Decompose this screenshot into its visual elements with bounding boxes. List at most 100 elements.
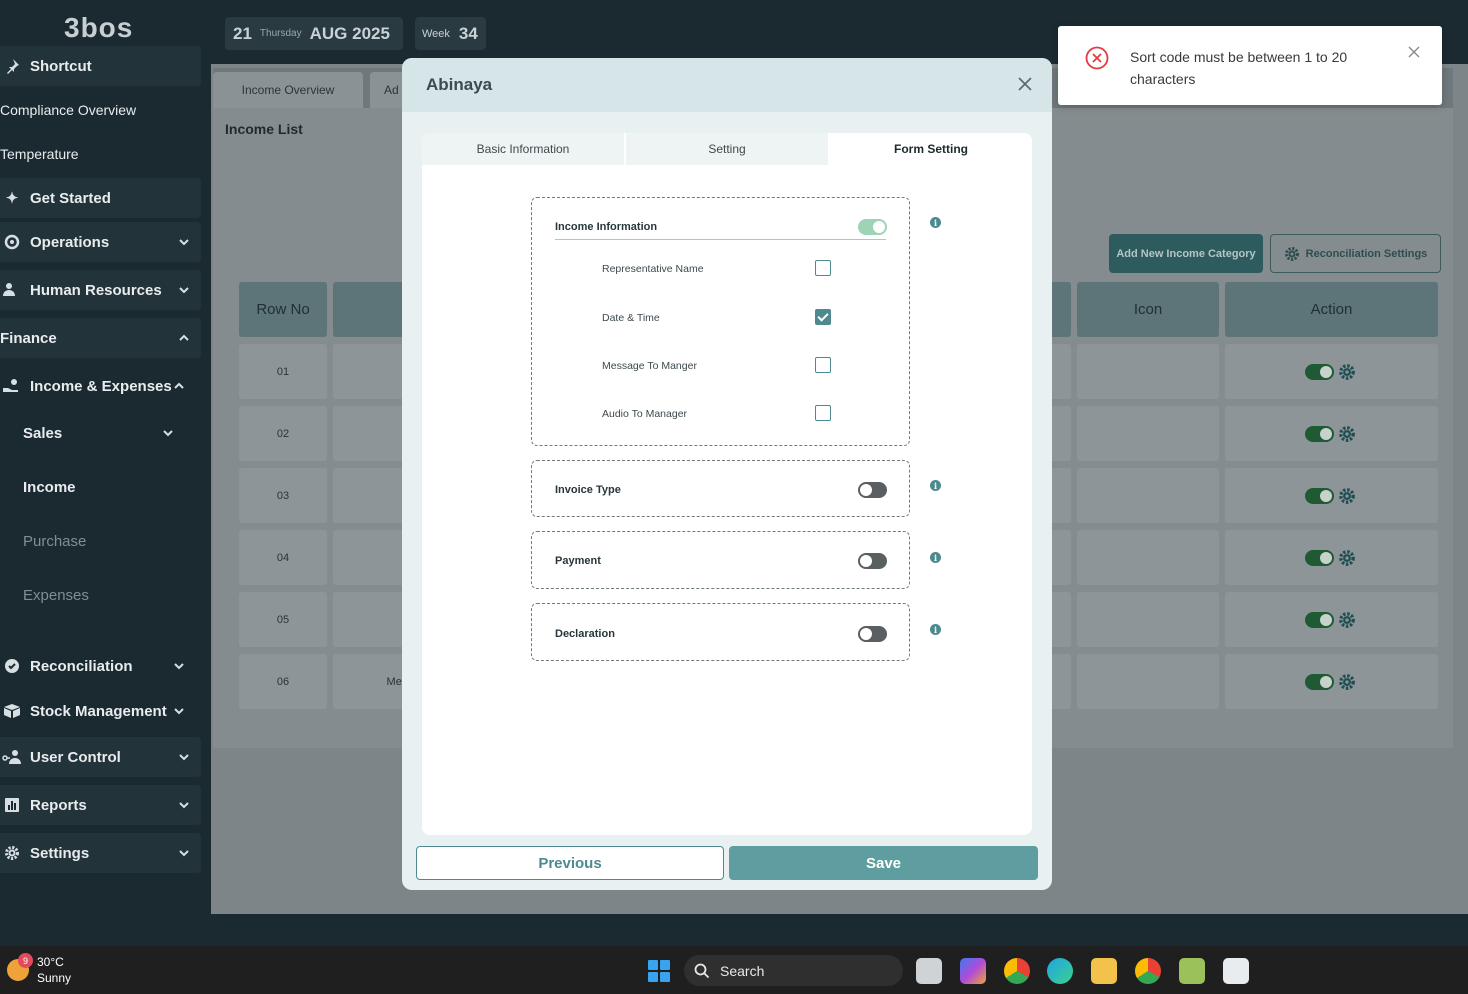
row-actions: [1305, 425, 1356, 443]
sparkle-icon: ✦: [5, 190, 19, 207]
reconciliation-settings-button[interactable]: Reconciliation Settings: [1270, 234, 1441, 273]
gear-icon[interactable]: [1338, 487, 1356, 505]
spreadsheet-app-icon[interactable]: [1179, 958, 1205, 984]
declaration-toggle[interactable]: [858, 626, 887, 642]
sidebar-item-label: Get Started: [30, 189, 111, 207]
badge-check-icon: [2, 656, 22, 676]
table-cell-icon: [1077, 406, 1219, 461]
tab-basic-information[interactable]: Basic Information: [422, 133, 626, 165]
sidebar-item-label: Settings: [30, 844, 90, 862]
close-icon[interactable]: [1408, 46, 1420, 58]
gear-icon[interactable]: [1338, 673, 1356, 691]
table-row-number: 02: [239, 406, 327, 461]
gear-icon[interactable]: [1338, 549, 1356, 567]
audio-to-manager-checkbox[interactable]: [815, 405, 831, 421]
page-title: Income List: [225, 121, 303, 137]
table-cell: C: [333, 530, 411, 585]
message-to-manager-checkbox[interactable]: [815, 357, 831, 373]
sidebar-item-temperature[interactable]: Temperature: [0, 144, 201, 164]
chevron-up-icon: [179, 334, 189, 341]
column-header-action: Action: [1225, 282, 1438, 337]
sidebar: 3bos Shortcut Compliance Overview Temper…: [0, 0, 211, 946]
sidebar-item-label: Sales: [23, 425, 63, 442]
income-information-toggle[interactable]: [858, 219, 887, 235]
edge-icon[interactable]: [1047, 958, 1073, 984]
sidebar-item-compliance-overview[interactable]: Compliance Overview: [0, 100, 201, 120]
row-status-toggle[interactable]: [1305, 550, 1334, 566]
info-icon[interactable]: i: [930, 217, 941, 228]
tab-income-overview[interactable]: Income Overview: [213, 72, 363, 108]
tab-form-setting[interactable]: Form Setting: [830, 133, 1032, 165]
sidebar-item-human-resources[interactable]: Human Resources: [0, 270, 201, 310]
invoice-type-toggle[interactable]: [858, 482, 887, 498]
row-status-toggle[interactable]: [1305, 364, 1334, 380]
toast-message: Sort code must be between 1 to 20 charac…: [1130, 49, 1348, 87]
sidebar-item-shortcut[interactable]: Shortcut: [0, 46, 201, 86]
copilot-icon[interactable]: [960, 958, 986, 984]
column-header-icon: Icon: [1077, 282, 1219, 337]
info-icon[interactable]: i: [930, 480, 941, 491]
close-icon[interactable]: [1018, 77, 1032, 91]
chevron-down-icon: [174, 663, 184, 670]
representative-name-checkbox[interactable]: [815, 260, 831, 276]
date-time-checkbox[interactable]: [815, 309, 831, 325]
sidebar-item-income[interactable]: Income: [23, 479, 76, 496]
chrome-profile-icon[interactable]: [1135, 958, 1161, 984]
task-view-icon[interactable]: [916, 958, 942, 984]
tab-setting[interactable]: Setting: [626, 133, 830, 165]
modal-title: Abinaya: [426, 75, 493, 94]
sidebar-item-label: Compliance Overview: [0, 102, 137, 118]
gear-icon: [1284, 246, 1299, 261]
gear-icon[interactable]: [1338, 611, 1356, 629]
invoice-type-group: Invoice Type: [531, 460, 910, 517]
payment-group: Payment: [531, 531, 910, 589]
sidebar-item-operations[interactable]: Operations: [0, 222, 201, 262]
sidebar-item-sales[interactable]: Sales: [23, 425, 183, 442]
chrome-icon[interactable]: [1004, 958, 1030, 984]
sidebar-item-get-started[interactable]: ✦ Get Started: [0, 178, 201, 218]
file-explorer-icon[interactable]: [1091, 958, 1117, 984]
sidebar-item-finance[interactable]: Finance: [0, 318, 201, 358]
row-status-toggle[interactable]: [1305, 612, 1334, 628]
sidebar-item-purchase[interactable]: Purchase: [23, 533, 86, 550]
chevron-down-icon: [163, 430, 173, 437]
info-icon[interactable]: i: [930, 624, 941, 635]
notification-badge: 9: [18, 953, 33, 968]
sidebar-item-stock-management[interactable]: Stock Management: [0, 691, 196, 731]
app-logo: 3bos: [64, 12, 134, 43]
column-header-blank: [333, 282, 411, 337]
payment-toggle[interactable]: [858, 553, 887, 569]
declaration-group: Declaration: [531, 603, 910, 661]
sidebar-item-reconciliation[interactable]: Reconciliation: [0, 646, 196, 686]
taskbar-search[interactable]: Search: [684, 955, 903, 986]
people-icon: [2, 280, 22, 300]
sidebar-item-label: Income & Expenses: [30, 377, 172, 395]
sidebar-item-label: Temperature: [0, 146, 79, 162]
row-status-toggle[interactable]: [1305, 488, 1334, 504]
gear-icon[interactable]: [1338, 363, 1356, 381]
chevron-up-icon: [174, 382, 184, 389]
row-actions: [1305, 363, 1356, 381]
previous-button[interactable]: Previous: [416, 846, 724, 880]
row-status-toggle[interactable]: [1305, 426, 1334, 442]
pin-icon: [2, 56, 22, 76]
category-settings-modal: Abinaya Basic Information Setting Form S…: [402, 58, 1052, 890]
add-income-category-button[interactable]: Add New Income Category: [1109, 234, 1263, 273]
snipping-tool-icon[interactable]: [1223, 958, 1249, 984]
save-button[interactable]: Save: [729, 846, 1038, 880]
info-icon[interactable]: i: [930, 552, 941, 563]
sidebar-item-expenses[interactable]: Expenses: [23, 587, 89, 604]
sidebar-item-label: Human Resources: [30, 281, 162, 299]
gear-icon[interactable]: [1338, 425, 1356, 443]
sidebar-item-income-expenses[interactable]: Income & Expenses: [0, 366, 196, 406]
gear-icon: [2, 843, 22, 863]
weather-widget[interactable]: 9 30°C Sunny: [7, 953, 71, 986]
sidebar-item-reports[interactable]: Reports: [0, 785, 201, 825]
week-display: Week 34: [415, 17, 486, 50]
table-cell-icon: [1077, 530, 1219, 585]
sidebar-item-user-control[interactable]: User Control: [0, 737, 201, 777]
date-display: 21 Thursday AUG 2025: [225, 17, 403, 50]
windows-start-icon[interactable]: [648, 960, 670, 982]
sidebar-item-settings[interactable]: Settings: [0, 833, 201, 873]
row-status-toggle[interactable]: [1305, 674, 1334, 690]
